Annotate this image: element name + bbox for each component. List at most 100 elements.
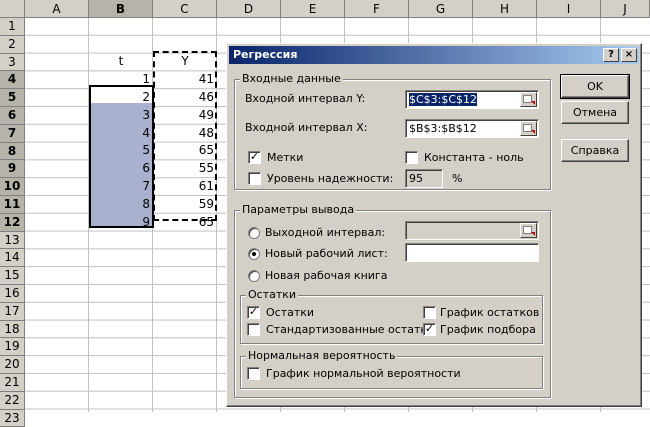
col-header-f[interactable]: F — [345, 0, 409, 18]
labels-checkbox[interactable]: ✓ — [248, 151, 261, 164]
confidence-checkbox[interactable] — [248, 172, 261, 185]
col-header-b[interactable]: B — [89, 0, 153, 18]
cell-y[interactable]: 61 — [153, 178, 217, 196]
row-header[interactable]: 14 — [0, 249, 25, 268]
percent-label: % — [452, 172, 463, 185]
new-sheet-field[interactable] — [405, 243, 539, 262]
line-fit-plot-checkbox[interactable]: ✓ — [423, 323, 436, 336]
output-range-field[interactable] — [405, 221, 539, 240]
col-header-d[interactable]: D — [217, 0, 281, 18]
dialog-titlebar[interactable]: Регрессия ? × — [229, 46, 639, 64]
row-header[interactable]: 16 — [0, 284, 25, 303]
row-header[interactable]: 12 — [0, 213, 25, 232]
cell-t[interactable]: 7 — [89, 178, 153, 196]
row-header[interactable]: 23 — [0, 409, 25, 427]
input-group: Входные данные Входной интервал Y: $C$3:… — [234, 72, 551, 190]
input-x-label: Входной интервал X: — [245, 121, 368, 134]
cancel-button[interactable]: Отмена — [561, 101, 629, 124]
select-all-corner[interactable] — [0, 0, 25, 18]
row-header[interactable]: 17 — [0, 302, 25, 321]
collapse-dialog-icon[interactable] — [520, 92, 537, 107]
collapse-dialog-icon[interactable] — [520, 223, 537, 238]
row-header[interactable]: 2 — [0, 35, 25, 54]
confidence-label[interactable]: Уровень надежности: — [267, 172, 393, 185]
row-header[interactable]: 6 — [0, 106, 25, 125]
new-book-label[interactable]: Новая рабочая книга — [265, 269, 387, 282]
cell-y[interactable]: 46 — [153, 89, 217, 107]
col-header-a[interactable]: A — [25, 0, 89, 18]
cell-b3[interactable]: t — [89, 53, 153, 71]
constant-zero-checkbox[interactable] — [405, 151, 418, 164]
cell-t[interactable]: 3 — [89, 107, 153, 125]
line-fit-plot-label[interactable]: График подбора — [440, 323, 536, 336]
normal-probability-group: Нормальная вероятность График нормальной… — [240, 349, 543, 389]
cell-y[interactable]: 59 — [153, 196, 217, 214]
col-header-h[interactable]: H — [473, 0, 537, 18]
std-residuals-label[interactable]: Стандартизованные остатки — [266, 323, 434, 336]
row-header[interactable]: 18 — [0, 320, 25, 339]
cell-y[interactable]: 65 — [153, 142, 217, 160]
cell-t[interactable]: 8 — [89, 196, 153, 214]
new-sheet-label[interactable]: Новый рабочий лист: — [265, 247, 388, 260]
cell-t[interactable]: 1 — [89, 71, 153, 89]
confidence-field[interactable]: 95 — [405, 169, 443, 188]
row-header[interactable]: 21 — [0, 373, 25, 392]
new-sheet-radio[interactable] — [248, 248, 260, 260]
input-y-label: Входной интервал Y: — [245, 92, 366, 105]
cell-y[interactable]: 49 — [153, 107, 217, 125]
row-header[interactable]: 15 — [0, 267, 25, 285]
row-header[interactable]: 9 — [0, 160, 25, 179]
row-header[interactable]: 11 — [0, 195, 25, 214]
residual-plot-label[interactable]: График остатков — [440, 306, 539, 319]
output-group: Параметры вывода Выходной интервал: Новы… — [234, 203, 551, 398]
help-button[interactable]: Справка — [561, 139, 629, 162]
col-header-e[interactable]: E — [281, 0, 345, 18]
input-x-field[interactable]: $B$3:$B$12 — [405, 119, 539, 138]
collapse-dialog-icon[interactable] — [520, 121, 537, 136]
regression-dialog: Регрессия ? × Входные данные Входной инт… — [226, 43, 642, 407]
col-header-j[interactable]: J — [601, 0, 650, 18]
residuals-label[interactable]: Остатки — [266, 306, 314, 319]
help-title-button[interactable]: ? — [603, 48, 619, 62]
residual-plot-checkbox[interactable] — [423, 306, 436, 319]
residuals-checkbox[interactable]: ✓ — [247, 306, 260, 319]
normal-plot-checkbox[interactable] — [247, 367, 260, 380]
close-button[interactable]: × — [621, 48, 637, 62]
normal-group-title: Нормальная вероятность — [246, 349, 398, 362]
row-header[interactable]: 10 — [0, 178, 25, 196]
col-header-c[interactable]: C — [153, 0, 217, 18]
row-header[interactable]: 19 — [0, 338, 25, 357]
ok-button[interactable]: OK — [560, 74, 630, 99]
normal-plot-label[interactable]: График нормальной вероятности — [266, 367, 461, 380]
cell-y[interactable]: 55 — [153, 160, 217, 178]
row-header[interactable]: 22 — [0, 391, 25, 410]
new-book-radio[interactable] — [248, 270, 260, 282]
col-header-g[interactable]: G — [409, 0, 473, 18]
row-header[interactable]: 1 — [0, 18, 25, 36]
labels-label[interactable]: Метки — [267, 151, 303, 164]
output-group-title: Параметры вывода — [240, 203, 357, 216]
row-header[interactable]: 8 — [0, 142, 25, 161]
cell-t[interactable]: 2 — [89, 89, 153, 107]
cell-c3[interactable]: Y — [153, 53, 217, 71]
row-header[interactable]: 13 — [0, 231, 25, 250]
row-header[interactable]: 4 — [0, 71, 25, 90]
constant-zero-label[interactable]: Константа - ноль — [424, 151, 524, 164]
cell-t[interactable]: 6 — [89, 160, 153, 178]
cell-y[interactable]: 48 — [153, 125, 217, 143]
output-range-label[interactable]: Выходной интервал: — [265, 226, 385, 239]
input-y-field[interactable]: $C$3:$C$12 — [405, 90, 539, 109]
cell-y[interactable]: 41 — [153, 71, 217, 89]
row-header[interactable]: 5 — [0, 89, 25, 107]
cell-y[interactable]: 65 — [153, 214, 217, 232]
cell-t[interactable]: 5 — [89, 142, 153, 160]
row-header[interactable]: 3 — [0, 53, 25, 72]
row-header[interactable]: 7 — [0, 124, 25, 143]
output-range-radio[interactable] — [248, 227, 260, 239]
cell-t[interactable]: 4 — [89, 125, 153, 143]
std-residuals-checkbox[interactable] — [247, 323, 260, 336]
cell-t[interactable]: 9 — [89, 214, 153, 232]
row-header[interactable]: 20 — [0, 356, 25, 374]
col-header-i[interactable]: I — [537, 0, 601, 18]
input-group-title: Входные данные — [240, 72, 343, 85]
